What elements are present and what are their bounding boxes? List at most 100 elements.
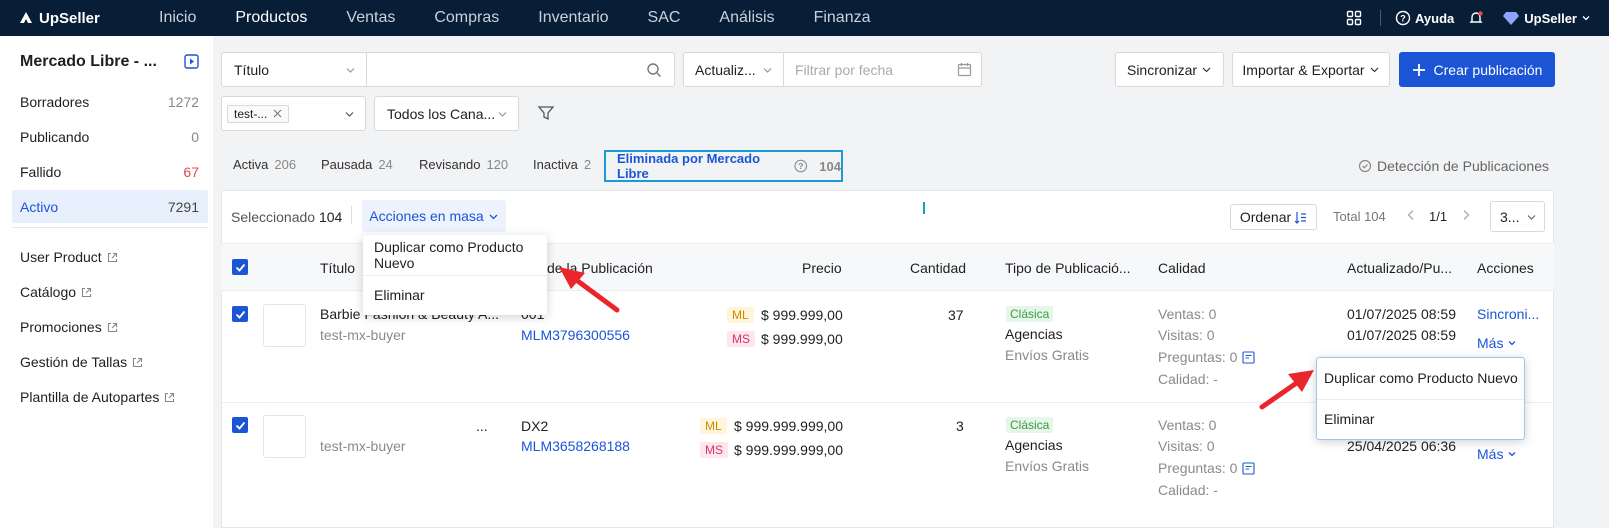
tab-activa[interactable]: Activa 206 <box>233 157 296 172</box>
chevron-left-icon[interactable] <box>1405 209 1417 221</box>
sidebar-link-promociones[interactable]: Promociones <box>20 319 118 335</box>
search-input[interactable] <box>366 52 675 87</box>
nav-productos[interactable]: Productos <box>235 0 307 36</box>
listing-id-link[interactable]: MLM3658268188 <box>521 438 630 454</box>
visitas: Visitas: 0 <box>1158 438 1215 454</box>
sort-button[interactable]: Ordenar <box>1230 204 1317 230</box>
product-thumbnail[interactable] <box>263 415 306 458</box>
detect-publications-link[interactable]: Detección de Publicaciones <box>1358 158 1549 174</box>
tab-label: Eliminada por Mercado Libre <box>617 151 761 181</box>
apps-grid-icon[interactable] <box>1346 10 1366 26</box>
sidebar-link-catalogo[interactable]: Catálogo <box>20 284 92 300</box>
published-date: 01/07/2025 08:59 <box>1347 327 1456 343</box>
tab-inactiva[interactable]: Inactiva 2 <box>533 157 591 172</box>
help-label: Ayuda <box>1415 10 1455 26</box>
product-title[interactable]: ... <box>476 418 488 434</box>
sidebar-link-user-product[interactable]: User Product <box>20 249 118 265</box>
questions-icon[interactable] <box>1242 461 1255 475</box>
date-field-select[interactable]: Actualiz... <box>683 52 784 87</box>
preguntas-label: Preguntas: 0 <box>1158 349 1238 365</box>
chevron-down-icon <box>1202 67 1211 73</box>
chevron-right-icon[interactable] <box>1460 209 1472 221</box>
selected-number: 104 <box>318 209 343 225</box>
chevron-down-icon <box>1370 67 1379 73</box>
column-titulo: Título <box>320 260 356 276</box>
listing-id-link[interactable]: MLM3796300556 <box>521 327 630 343</box>
price-ms: $ 999.999,00 <box>761 331 843 347</box>
total-count: Total 104 <box>1333 209 1386 224</box>
column-cantidad[interactable]: Cantidad <box>910 260 966 276</box>
nav-finanza[interactable]: Finanza <box>814 0 871 36</box>
channel-select[interactable]: Todos los Cana... <box>374 96 519 131</box>
play-icon[interactable] <box>184 54 199 69</box>
import-export-button[interactable]: Importar & Exportar <box>1232 52 1390 87</box>
tag-ml: ML <box>700 418 727 434</box>
crear-publicacion-button[interactable]: Crear publicación <box>1399 52 1555 87</box>
calidad: Calidad: - <box>1158 371 1218 387</box>
select-all-checkbox[interactable] <box>232 259 248 275</box>
account-menu[interactable]: UpSeller <box>1502 10 1595 26</box>
tab-label: Revisando <box>419 157 481 172</box>
svg-text:?: ? <box>798 161 803 171</box>
questions-icon[interactable] <box>1242 350 1255 364</box>
nav-sac[interactable]: SAC <box>648 0 681 36</box>
sidebar-item-fallido[interactable]: Fallido 67 <box>12 155 208 188</box>
brand-logo[interactable]: UpSeller <box>17 9 127 27</box>
help-button[interactable]: ? Ayuda <box>1395 10 1454 26</box>
sync-action-link[interactable]: Sincroni... <box>1477 306 1539 322</box>
sidebar-title[interactable]: Mercado Libre - ... <box>20 53 157 71</box>
search-field-select[interactable]: Título <box>221 52 367 87</box>
brand-name: UpSeller <box>39 9 100 27</box>
store-select[interactable]: test-... <box>221 96 366 131</box>
sidebar-link-gestion-tallas[interactable]: Gestión de Tallas <box>20 354 143 370</box>
date-filter-input[interactable]: Filtrar por fecha <box>783 52 982 87</box>
menu-item-duplicar[interactable]: Duplicar como Producto Nuevo <box>1317 358 1524 398</box>
chevron-down-icon <box>345 111 354 117</box>
free-shipping: Envíos Gratis <box>1005 347 1090 363</box>
menu-item-eliminar[interactable]: Eliminar <box>1317 399 1524 439</box>
diamond-icon <box>1503 12 1520 25</box>
sidebar-link-label: Gestión de Tallas <box>20 354 128 370</box>
plus-icon <box>1412 63 1425 76</box>
nav-compras[interactable]: Compras <box>434 0 499 36</box>
ventas: Ventas: 0 <box>1158 417 1216 433</box>
nav-ventas[interactable]: Ventas <box>346 0 395 36</box>
help-icon[interactable]: ? <box>794 159 807 173</box>
sincronizar-button[interactable]: Sincronizar <box>1115 52 1224 87</box>
annotation-arrow-icon <box>559 267 620 313</box>
sidebar-link-plantilla-autopartes[interactable]: Plantilla de Autopartes <box>20 389 175 405</box>
published-date: 25/04/2025 06:36 <box>1347 438 1456 454</box>
product-thumbnail[interactable] <box>263 304 306 347</box>
tab-revisando[interactable]: Revisando 120 <box>419 157 508 172</box>
tab-eliminada[interactable]: Eliminada por Mercado Libre ? 104 <box>604 150 843 182</box>
column-precio[interactable]: Precio <box>802 260 842 276</box>
preguntas-label: Preguntas: 0 <box>1158 460 1238 476</box>
row-checkbox[interactable] <box>232 306 248 322</box>
free-shipping: Envíos Gratis <box>1005 458 1090 474</box>
page-size-value: 3... <box>1500 208 1520 225</box>
sidebar-divider <box>12 227 208 228</box>
sidebar-item-publicando[interactable]: Publicando 0 <box>12 120 208 153</box>
nav-inventario[interactable]: Inventario <box>538 0 608 36</box>
svg-text:?: ? <box>1400 14 1406 24</box>
tab-label: Inactiva <box>533 157 578 172</box>
column-actualizado[interactable]: Actualizado/Pu... <box>1347 260 1452 276</box>
more-actions-button[interactable]: Más <box>1477 335 1517 351</box>
quantity: 3 <box>956 418 964 434</box>
row-checkbox[interactable] <box>232 417 248 433</box>
search-icon[interactable] <box>646 62 662 78</box>
more-actions-button[interactable]: Más <box>1477 446 1517 462</box>
close-icon[interactable] <box>273 109 282 118</box>
page-size-select[interactable]: 3... <box>1490 201 1545 232</box>
sidebar-item-activo[interactable]: Activo 7291 <box>12 190 208 223</box>
menu-item-duplicar[interactable]: Duplicar como Producto Nuevo <box>363 235 547 275</box>
sidebar-item-borradores[interactable]: Borradores 1272 <box>12 85 208 118</box>
tab-pausada[interactable]: Pausada 24 <box>321 157 393 172</box>
filter-icon[interactable] <box>537 104 555 122</box>
bulk-actions-button[interactable]: Acciones en masa <box>362 200 506 232</box>
bell-icon[interactable] <box>1468 10 1488 26</box>
menu-item-eliminar[interactable]: Eliminar <box>363 275 547 315</box>
nav-inicio[interactable]: Inicio <box>159 0 196 36</box>
cursor-marker <box>923 202 925 214</box>
nav-analisis[interactable]: Análisis <box>719 0 774 36</box>
